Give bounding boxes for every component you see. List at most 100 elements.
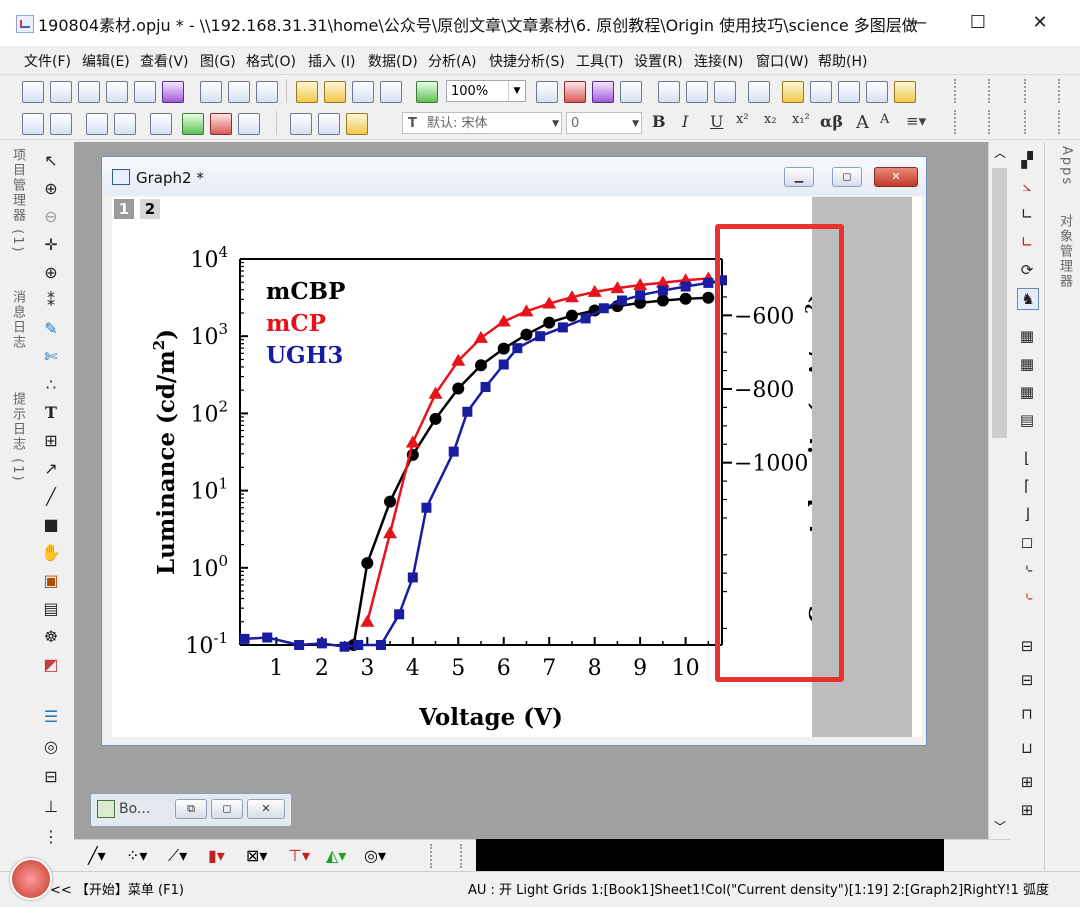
polar-plot-icon[interactable]: ◎▾	[364, 846, 386, 865]
refresh-icon[interactable]: ⟳	[1017, 260, 1037, 280]
grid-icon[interactable]: ⋮	[40, 826, 62, 848]
align-right-icon[interactable]: ⌋	[1017, 504, 1037, 524]
gear-icon[interactable]	[894, 81, 916, 103]
increase-font-button[interactable]: A	[856, 112, 869, 133]
toolbar-grip[interactable]	[954, 79, 962, 103]
export-icon[interactable]	[564, 81, 586, 103]
region-icon[interactable]: ☸	[40, 626, 62, 648]
text-tool-icon[interactable]: T	[40, 402, 62, 424]
save-icon[interactable]	[352, 81, 374, 103]
graph-minimize-button[interactable]: ▁	[784, 167, 814, 187]
supersubscript-button[interactable]: x₁²	[792, 112, 810, 127]
copy-page-icon[interactable]	[592, 81, 614, 103]
code-builder-icon[interactable]	[658, 81, 680, 103]
import-wizard-icon[interactable]	[416, 81, 438, 103]
align-icon[interactable]: ≡▾	[906, 112, 926, 130]
insert-graph-icon[interactable]: ▣	[40, 570, 62, 592]
running-man-icon[interactable]: ♞	[1017, 288, 1039, 310]
toolbar-grip[interactable]	[460, 844, 468, 868]
minimized-restore-button[interactable]: ⧉	[175, 799, 207, 819]
hand-icon[interactable]: ✋	[40, 542, 62, 564]
column-stats-icon[interactable]	[86, 113, 108, 135]
screen-reader-icon[interactable]: ⁑	[40, 290, 62, 312]
new-function-icon[interactable]	[162, 81, 184, 103]
zoom-in-icon[interactable]: ⊕	[40, 178, 62, 200]
maximize-button[interactable]: ☐	[958, 10, 998, 36]
distribute-3-icon[interactable]: ⊓	[1017, 704, 1037, 724]
layout-4-icon[interactable]: ▤	[1017, 410, 1037, 430]
add-column-icon[interactable]	[22, 113, 44, 135]
workspace-scrollbar[interactable]: ︿ ﹀	[988, 142, 1011, 839]
project-explorer-tab[interactable]: 项目管理器 (1)	[7, 148, 27, 254]
menu-file[interactable]: 文件(F)	[24, 51, 71, 71]
start-orb-icon[interactable]	[10, 858, 52, 900]
minimize-button[interactable]: —	[898, 10, 938, 36]
menu-insert[interactable]: 插入 (I)	[308, 51, 356, 71]
open-icon[interactable]	[296, 81, 318, 103]
layout-2-icon[interactable]: ▦	[1017, 354, 1037, 374]
underline-button[interactable]: U	[710, 112, 723, 131]
align-custom-icon[interactable]: ⌎	[1017, 588, 1037, 608]
layout-1-icon[interactable]: ▦	[1017, 326, 1037, 346]
paste-icon[interactable]	[346, 113, 368, 135]
graph-window-titlebar[interactable]: Graph2 * ▁ ◻ ✕	[102, 157, 926, 195]
line-tool-icon[interactable]: ╱	[40, 486, 62, 508]
superscript-button[interactable]: x²	[736, 112, 749, 127]
menu-data[interactable]: 数据(D)	[368, 51, 418, 71]
subscript-button[interactable]: x₂	[764, 112, 777, 127]
new-project-icon[interactable]	[22, 81, 44, 103]
table-icon[interactable]	[838, 81, 860, 103]
crosshair-icon[interactable]: ✛	[40, 234, 62, 256]
menu-format[interactable]: 格式(O)	[246, 51, 296, 71]
add-layer-icon[interactable]	[182, 113, 204, 135]
menu-help[interactable]: 帮助(H)	[818, 51, 867, 71]
messages-log-tab[interactable]: 消息日志	[7, 290, 27, 350]
copy-format-icon[interactable]	[150, 113, 172, 135]
layer-tab-1[interactable]: 1	[114, 199, 134, 219]
graph-restore-button[interactable]: ◻	[832, 167, 862, 187]
cut-icon[interactable]	[290, 113, 312, 135]
minimized-book-window[interactable]: Bo... ⧉ ◻ ✕	[90, 793, 292, 827]
minimized-close-button[interactable]: ✕	[247, 799, 285, 819]
bold-button[interactable]: B	[652, 112, 666, 131]
scrollbar-thumb[interactable]	[992, 168, 1007, 438]
merge-graph-icon[interactable]	[238, 113, 260, 135]
distribute-2-icon[interactable]: ⊟	[1017, 670, 1037, 690]
color-bars-icon[interactable]: ☰	[40, 706, 62, 728]
font-size-select[interactable]: 0 ▼	[566, 112, 642, 134]
chevron-down-icon[interactable]: ﹀	[994, 818, 1006, 835]
row-stats-icon[interactable]	[114, 113, 136, 135]
chevron-down-icon[interactable]: ▼	[552, 113, 559, 135]
distribute-1-icon[interactable]: ⊟	[1017, 636, 1037, 656]
toolbar-grip[interactable]	[1058, 110, 1066, 134]
new-matrix-icon[interactable]	[134, 81, 156, 103]
circle-icon[interactable]: ◎	[40, 736, 62, 758]
distribute-4-icon[interactable]: ⊔	[1017, 738, 1037, 758]
pointer-icon[interactable]: ↖	[40, 150, 62, 172]
open-template-icon[interactable]	[324, 81, 346, 103]
3d-plot-icon[interactable]: ⊠▾	[246, 846, 267, 865]
hints-log-tab[interactable]: 提示日志 (1)	[7, 392, 27, 483]
scale-icon[interactable]: ⊕	[40, 262, 62, 284]
scatter-select-icon[interactable]: ∴	[40, 374, 62, 396]
line-plot-icon[interactable]: ╱▾	[88, 846, 106, 865]
print-icon[interactable]	[536, 81, 558, 103]
menu-analysis[interactable]: 分析(A)	[428, 51, 477, 71]
data-selector-icon[interactable]: ✄	[40, 346, 62, 368]
toolbar-grip[interactable]	[1024, 110, 1032, 134]
align-top-icon[interactable]: ⌈	[1017, 476, 1037, 496]
layout-3-icon[interactable]: ▦	[1017, 382, 1037, 402]
area-plot-icon[interactable]: ◭▾	[326, 846, 346, 865]
project-explorer-icon[interactable]	[748, 81, 770, 103]
toolbar-grip[interactable]	[988, 110, 996, 134]
tile-icon[interactable]: ▞	[1017, 150, 1037, 170]
menu-quick-analysis[interactable]: 快捷分析(S)	[489, 51, 565, 71]
rescale-icon[interactable]	[210, 113, 232, 135]
line-symbol-plot-icon[interactable]: ⟋▾	[168, 846, 187, 866]
object-manager-tab[interactable]: 对象管理器	[1054, 214, 1074, 289]
rectangle-tool-icon[interactable]: ■	[40, 514, 62, 536]
minimized-maximize-button[interactable]: ◻	[211, 799, 243, 819]
menu-tools[interactable]: 工具(T)	[576, 51, 623, 71]
menu-edit[interactable]: 编辑(E)	[82, 51, 130, 71]
toolbar-grip[interactable]	[1058, 79, 1066, 103]
